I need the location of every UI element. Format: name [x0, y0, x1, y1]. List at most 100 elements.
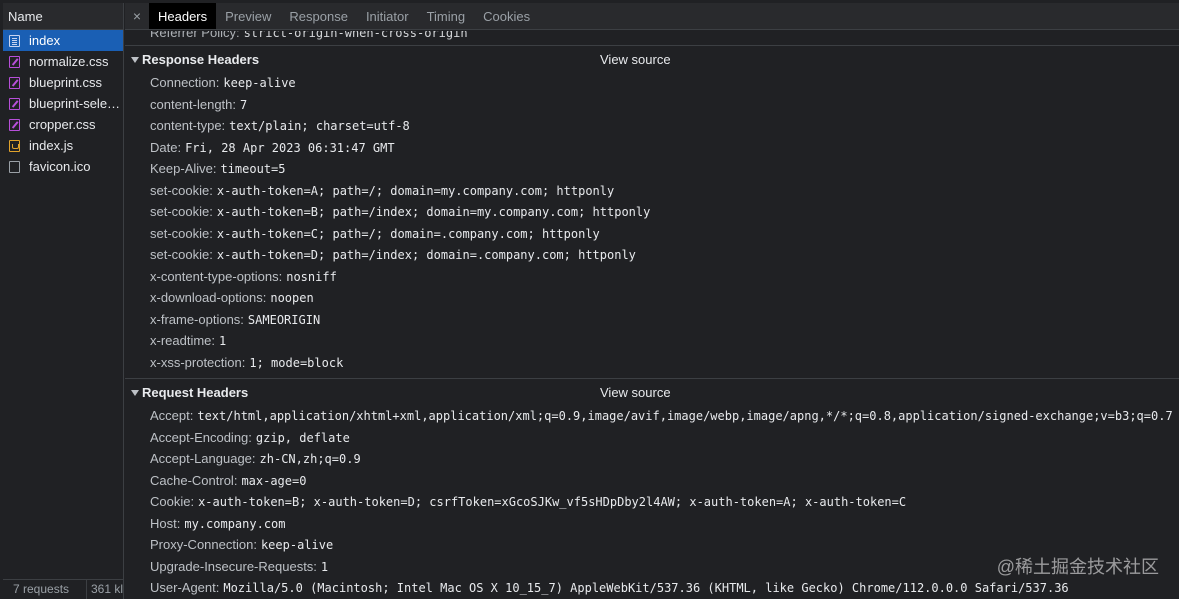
request-headers-title: Request Headers	[142, 385, 249, 400]
header-value: noopen	[270, 291, 314, 305]
header-row: content-type: text/plain; charset=utf-8	[150, 118, 410, 133]
document-icon	[9, 34, 20, 47]
triangle-down-icon	[131, 390, 139, 396]
js-file-icon	[9, 139, 20, 152]
response-view-source-link[interactable]: View source	[600, 52, 671, 67]
header-value: x-auth-token=B; x-auth-token=D; csrfToke…	[198, 495, 907, 509]
header-row: Proxy-Connection: keep-alive	[150, 537, 333, 552]
request-item[interactable]: index	[3, 30, 123, 51]
header-name: Date:	[150, 139, 182, 155]
header-value: keep-alive	[260, 538, 334, 552]
header-row: Cookie: x-auth-token=B; x-auth-token=D; c…	[150, 494, 906, 509]
header-value: x-auth-token=D; path=/index; domain=.com…	[216, 248, 636, 262]
header-row: Accept: text/html,application/xhtml+xml,a…	[150, 408, 1173, 423]
header-value: Mozilla/5.0 (Macintosh; Intel Mac OS X 1…	[223, 581, 1069, 595]
header-name: x-download-options:	[150, 290, 267, 305]
header-row: set-cookie: x-auth-token=A; path=/; domai…	[150, 183, 614, 198]
response-headers-toggle[interactable]: Response Headers	[131, 52, 259, 67]
request-item[interactable]: blueprint-sele…	[3, 93, 123, 114]
request-item[interactable]: favicon.ico	[3, 156, 123, 177]
header-row: set-cookie: x-auth-token=D; path=/index; …	[150, 247, 636, 262]
header-name: Upgrade-Insecure-Requests:	[150, 558, 317, 574]
header-value: text/html,application/xhtml+xml,applicat…	[197, 409, 1173, 423]
request-item-name: index	[29, 33, 61, 48]
header-name: content-type:	[150, 118, 226, 133]
request-item[interactable]: index.js	[3, 135, 123, 156]
header-name: x-readtime:	[150, 333, 216, 348]
tab-timing[interactable]: Timing	[418, 3, 475, 29]
request-item[interactable]: cropper.css	[3, 114, 123, 135]
header-name: Accept-Language:	[150, 451, 256, 466]
response-headers-title: Response Headers	[142, 52, 260, 67]
name-column-header[interactable]: Name	[3, 3, 123, 30]
header-row: User-Agent: Mozilla/5.0 (Macintosh; Intel…	[150, 580, 1069, 595]
header-row: x-xss-protection: 1; mode=block	[150, 355, 343, 370]
header-value: 7	[240, 97, 248, 112]
tab-preview[interactable]: Preview	[216, 3, 280, 29]
header-value: nosniff	[286, 269, 337, 284]
header-name: Cookie:	[150, 494, 195, 509]
detail-tabbar: × Headers Preview Response Initiator Timing C…	[125, 3, 1179, 30]
css-file-icon	[9, 55, 20, 68]
header-name: Cache-Control:	[150, 472, 238, 488]
request-view-source-link[interactable]: View source	[600, 385, 671, 400]
request-item[interactable]: normalize.css	[3, 51, 123, 72]
header-value: zh-CN,zh;q=0.9	[259, 452, 361, 466]
header-value: 1	[320, 559, 329, 574]
header-value: keep-alive	[223, 76, 296, 90]
triangle-down-icon	[131, 57, 139, 63]
header-row: set-cookie: x-auth-token=C; path=/; domai…	[150, 226, 600, 241]
header-value: my.company.com	[184, 516, 286, 531]
header-name: Connection:	[150, 75, 220, 90]
request-item-name: blueprint-sele…	[29, 96, 121, 111]
header-row: x-frame-options: SAMEORIGIN	[150, 312, 320, 327]
header-row: Accept-Language: zh-CN,zh;q=0.9	[150, 451, 361, 466]
css-file-icon	[9, 76, 20, 89]
header-name: x-content-type-options:	[150, 268, 283, 284]
header-name: Host:	[150, 515, 181, 531]
header-name: Proxy-Connection:	[150, 537, 257, 552]
header-row: x-readtime: 1	[150, 333, 226, 348]
header-name: set-cookie:	[150, 204, 213, 219]
request-count: 7 requests	[3, 580, 87, 599]
divider	[125, 378, 1179, 379]
tab-list: Headers Preview Response Initiator Timing Coo…	[149, 3, 539, 29]
header-row: Host: my.company.com	[150, 516, 286, 531]
header-row: x-download-options: noopen	[150, 290, 314, 305]
request-headers-toggle[interactable]: Request Headers	[131, 385, 248, 400]
header-row: content-length: 7	[150, 97, 247, 112]
watermark: @稀土掘金技术社区	[996, 557, 1159, 577]
header-name: set-cookie:	[150, 247, 213, 262]
header-name: set-cookie:	[150, 182, 213, 198]
header-name: Accept:	[150, 408, 194, 423]
header-name: content-length:	[150, 96, 237, 112]
divider	[125, 45, 1179, 46]
header-name: x-frame-options:	[150, 311, 244, 327]
header-row: Upgrade-Insecure-Requests: 1	[150, 559, 328, 574]
request-item-name: favicon.ico	[29, 159, 91, 174]
request-item-name: index.js	[29, 138, 74, 153]
header-name: Accept-Encoding:	[150, 429, 252, 445]
header-name: Keep-Alive:	[150, 161, 217, 176]
close-icon[interactable]: ×	[125, 3, 149, 29]
header-value: max-age=0	[241, 473, 307, 488]
header-value: strict-origin-when-cross-origin	[243, 31, 468, 40]
header-value: 1	[219, 334, 227, 348]
header-row: Accept-Encoding: gzip, deflate	[150, 430, 350, 445]
tab-cookies[interactable]: Cookies	[474, 3, 539, 29]
header-row: set-cookie: x-auth-token=B; path=/index; …	[150, 204, 650, 219]
header-row: x-content-type-options: nosniff	[150, 269, 337, 284]
tab-initiator[interactable]: Initiator	[357, 3, 418, 29]
referrer-policy-row: Referrer Policy: strict-origin-when-cross…	[150, 31, 468, 40]
image-file-icon	[9, 160, 20, 173]
tab-response[interactable]: Response	[280, 3, 357, 29]
header-value: text/plain; charset=utf-8	[229, 119, 410, 133]
tab-headers[interactable]: Headers	[149, 3, 217, 29]
header-row: Date: Fri, 28 Apr 2023 06:31:47 GMT	[150, 140, 395, 155]
request-item-name: cropper.css	[29, 117, 96, 132]
header-name: x-xss-protection:	[150, 354, 246, 370]
status-bar: 7 requests 361 kl	[3, 579, 123, 599]
request-item-name: normalize.css	[29, 54, 109, 69]
request-list: index normalize.css blueprint.css blueprint…	[3, 30, 123, 177]
request-item[interactable]: blueprint.css	[3, 72, 123, 93]
